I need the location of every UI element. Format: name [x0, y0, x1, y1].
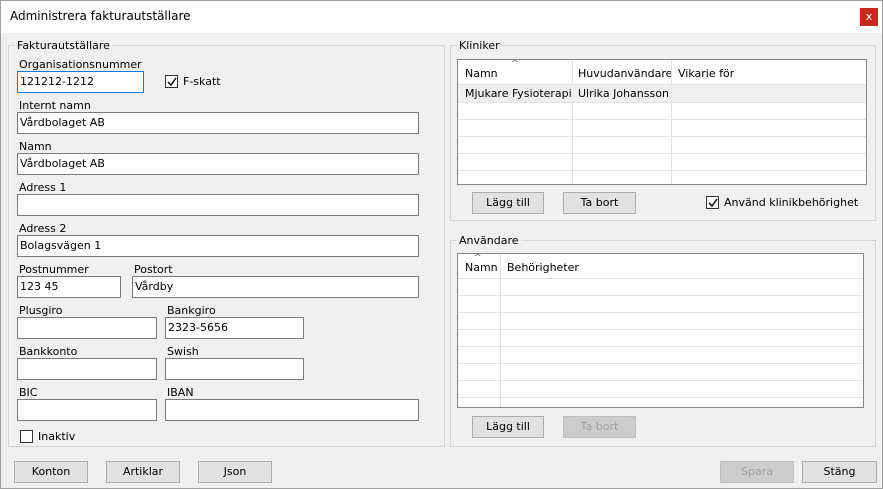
inactive-label: Inaktiv	[38, 430, 76, 443]
issuer-group: Fakturautställare Organisationsnummer 12…	[8, 39, 445, 447]
iban-label: IBAN	[167, 386, 194, 399]
name-label: Namn	[19, 140, 52, 153]
window-title: Administrera fakturautställare	[10, 9, 191, 23]
dialog-window: Administrera fakturautställare x Faktura…	[0, 0, 883, 489]
address2-field[interactable]: Bolagsvägen 1	[17, 235, 419, 257]
users-group: Användare ^ Namn Behörigheter Lägg till …	[450, 234, 876, 447]
remove-user-button[interactable]: Ta bort	[563, 416, 636, 438]
row-divider	[458, 380, 863, 381]
inactive-checkbox[interactable]	[20, 430, 33, 443]
title-bar: Administrera fakturautställare x	[1, 1, 882, 33]
address1-field[interactable]	[17, 194, 419, 216]
row-divider	[458, 119, 866, 120]
org-number-label: Organisationsnummer	[19, 58, 142, 71]
row-divider	[458, 170, 866, 171]
sort-asc-icon: ^	[511, 59, 519, 69]
clinics-col-substitute[interactable]: Vikarie för	[678, 67, 734, 80]
use-clinic-permission-label: Använd klinikbehörighet	[724, 196, 859, 209]
clinic-name-cell: Mjukare Fysioterapi	[465, 87, 572, 100]
internal-name-field[interactable]: Vårdbolaget AB	[17, 112, 419, 134]
clinics-col-name[interactable]: Namn	[465, 67, 498, 80]
name-field[interactable]: Vårdbolaget AB	[17, 153, 419, 175]
swish-field[interactable]	[165, 358, 304, 380]
bic-label: BIC	[19, 386, 38, 399]
iban-field[interactable]	[165, 399, 419, 421]
postal-code-field[interactable]: 123 45	[17, 276, 121, 298]
close-button[interactable]: Stäng	[802, 461, 877, 483]
row-divider	[458, 329, 863, 330]
fskatt-checkbox[interactable]	[165, 75, 178, 88]
bankgiro-field[interactable]: 2323-5656	[165, 317, 304, 339]
address1-label: Adress 1	[19, 181, 67, 194]
bankgiro-label: Bankgiro	[167, 304, 216, 317]
row-divider	[458, 278, 863, 279]
postal-code-label: Postnummer	[19, 263, 89, 276]
checkmark-icon	[167, 77, 177, 87]
save-button[interactable]: Spara	[720, 461, 794, 483]
plusgiro-label: Plusgiro	[19, 304, 63, 317]
bank-account-label: Bankkonto	[19, 345, 78, 358]
clinics-col-main-user[interactable]: Huvudanvändare	[578, 67, 672, 80]
articles-button[interactable]: Artiklar	[106, 461, 180, 483]
clinics-group: Kliniker ^ Namn Huvudanvändare Vikarie f…	[450, 39, 876, 221]
row-divider	[458, 136, 866, 137]
add-user-button[interactable]: Lägg till	[472, 416, 544, 438]
internal-name-label: Internt namn	[19, 99, 91, 112]
accounts-button[interactable]: Konton	[14, 461, 88, 483]
users-table: ^ Namn Behörigheter	[457, 253, 864, 408]
row-divider	[458, 312, 863, 313]
row-divider	[458, 397, 863, 398]
users-group-title: Användare	[457, 234, 521, 247]
row-divider	[458, 153, 866, 154]
column-divider	[572, 60, 573, 184]
row-divider	[458, 295, 863, 296]
table-row[interactable]: Mjukare Fysioterapi Ulrika Johansson	[458, 85, 866, 102]
column-divider	[671, 60, 672, 184]
issuer-group-title: Fakturautställare	[15, 39, 112, 52]
users-col-permissions[interactable]: Behörigheter	[507, 261, 579, 274]
bic-field[interactable]	[17, 399, 157, 421]
checkmark-icon	[708, 198, 718, 208]
bank-account-field[interactable]	[17, 358, 157, 380]
json-button[interactable]: Json	[198, 461, 272, 483]
plusgiro-field[interactable]	[17, 317, 157, 339]
row-divider	[458, 102, 866, 103]
row-divider	[458, 346, 863, 347]
clinic-main-user-cell: Ulrika Johansson	[578, 87, 669, 100]
use-clinic-permission-checkbox[interactable]	[706, 196, 719, 209]
clinics-table: ^ Namn Huvudanvändare Vikarie för Mjukar…	[457, 59, 867, 185]
remove-clinic-button[interactable]: Ta bort	[563, 192, 636, 214]
city-label: Postort	[134, 263, 173, 276]
row-divider	[458, 363, 863, 364]
fskatt-label: F-skatt	[183, 75, 221, 88]
close-window-button[interactable]: x	[860, 8, 878, 26]
city-field[interactable]: Vårdby	[132, 276, 419, 298]
clinics-group-title: Kliniker	[457, 39, 502, 52]
add-clinic-button[interactable]: Lägg till	[472, 192, 544, 214]
swish-label: Swish	[167, 345, 199, 358]
address2-label: Adress 2	[19, 222, 67, 235]
org-number-field[interactable]: 121212-1212	[17, 71, 144, 93]
users-col-name[interactable]: Namn	[465, 261, 498, 274]
